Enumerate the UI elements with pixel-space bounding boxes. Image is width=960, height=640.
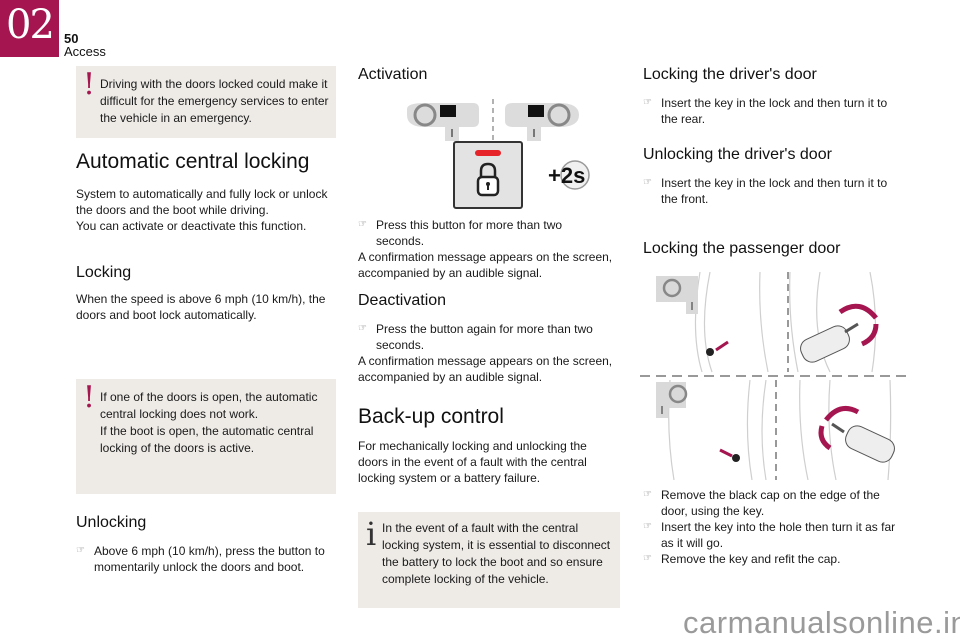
heading-locking-passenger-door: Locking the passenger door (643, 240, 841, 257)
pointing-hand-icon: ☞ (643, 553, 652, 564)
intro-paragraph-2: You can activate or deactivate this func… (76, 219, 307, 233)
pointing-hand-icon: ☞ (358, 219, 367, 230)
heading-locking-drivers-door: Locking the driver's door (643, 66, 817, 83)
central-locking-button-illustration: +2s (407, 99, 590, 209)
pointing-hand-icon: ☞ (643, 521, 652, 532)
backup-paragraph: For mechanically locking and unlocking t… (358, 439, 587, 485)
bullet-text: Press the button again for more than two… (376, 322, 593, 352)
warning-icon: ! (83, 380, 96, 415)
locking-paragraph: When the speed is above 6 mph (10 km/h),… (76, 292, 326, 322)
warning-icon: ! (83, 67, 96, 102)
info-note: i In the event of a fault with the centr… (358, 512, 620, 608)
chapter-badge: 02 (0, 0, 59, 57)
bullet-text: Insert the key into the hole then turn i… (661, 520, 896, 550)
heading-unlocking: Unlocking (76, 514, 147, 531)
warning-note-2: ! If one of the doors is open, the autom… (76, 379, 336, 494)
pointing-hand-icon: ☞ (643, 489, 652, 500)
pointing-hand-icon: ☞ (643, 177, 652, 188)
passenger-door-lock-illustration (640, 272, 910, 480)
intro-paragraph: System to automatically and fully lock o… (76, 187, 328, 217)
passenger-bullet: ☞ Insert the key into the hole then turn… (643, 519, 905, 551)
activation-bullet: ☞ Press this button for more than two se… (358, 217, 608, 249)
bullet-text: Remove the black cap on the edge of the … (661, 488, 880, 518)
heading-activation: Activation (358, 66, 428, 83)
steering-wheel-icon-bottom (656, 382, 688, 418)
warning-note-1: ! Driving with the doors locked could ma… (76, 66, 336, 138)
door-cap-removal-top (706, 340, 729, 356)
section-title-automatic-central-locking: Automatic central locking (76, 150, 310, 173)
passenger-bullet: ☞ Remove the black cap on the edge of th… (643, 487, 905, 519)
info-icon: i (366, 515, 377, 553)
heading-unlocking-drivers-door: Unlocking the driver's door (643, 146, 832, 163)
door-cap-removal-bottom (719, 448, 740, 462)
dashboard-right-icon (505, 103, 579, 141)
heading-locking: Locking (76, 264, 132, 281)
bullet-text: Insert the key in the lock and then turn… (661, 96, 888, 126)
page-section: Access (64, 44, 106, 59)
passenger-bullet: ☞ Remove the key and refit the cap. (643, 551, 905, 567)
activation-paragraph: A confirmation message appears on the sc… (358, 250, 613, 280)
watermark: carmanualsonline.info (683, 605, 960, 640)
warning-line-2: If the boot is open, the automatic centr… (100, 424, 314, 455)
deactivation-bullet: ☞ Press the button again for more than t… (358, 321, 608, 353)
bullet-text: Insert the key in the lock and then turn… (661, 176, 888, 206)
pointing-hand-icon: ☞ (358, 323, 367, 334)
steering-wheel-icon-top (656, 276, 698, 314)
pointing-hand-icon: ☞ (76, 545, 85, 556)
unlock-driver-bullet: ☞ Insert the key in the lock and then tu… (643, 175, 905, 207)
warning-note-text: Driving with the doors locked could make… (100, 77, 329, 125)
heading-deactivation: Deactivation (358, 292, 447, 309)
deactivation-paragraph: A confirmation message appears on the sc… (358, 354, 613, 384)
bullet-text: Press this button for more than two seco… (376, 218, 563, 248)
timer-label: +2s (548, 163, 585, 188)
key-turn-top (800, 303, 879, 363)
central-locking-button[interactable] (453, 141, 523, 209)
bullet-text: Remove the key and refit the cap. (661, 552, 841, 566)
lock-driver-bullet: ☞ Insert the key in the lock and then tu… (643, 95, 905, 127)
dashboard-left-icon (407, 103, 479, 141)
chapter-number: 02 (6, 2, 55, 48)
bullet-text: Above 6 mph (10 km/h), press the button … (94, 544, 325, 574)
timer-icon: +2s (548, 160, 590, 190)
warning-line-1: If one of the doors is open, the automat… (100, 390, 318, 421)
pointing-hand-icon: ☞ (643, 97, 652, 108)
warning-note-text: If one of the doors is open, the automat… (100, 389, 332, 457)
section-title-backup-control: Back-up control (358, 405, 504, 428)
info-note-text: In the event of a fault with the central… (382, 521, 611, 586)
unlocking-bullet: ☞ Above 6 mph (10 km/h), press the butto… (76, 543, 341, 575)
